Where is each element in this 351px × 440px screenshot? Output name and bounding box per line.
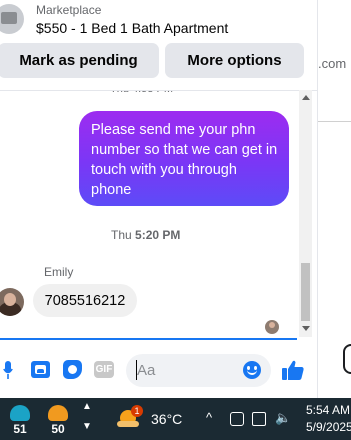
text-caret — [136, 360, 137, 380]
background-link-text: .com — [318, 56, 347, 71]
timestamp-day: Thu — [111, 228, 132, 242]
message-timestamp: Thu 5:20 PM — [111, 228, 180, 242]
taskbar-app-2[interactable]: 50 — [43, 403, 73, 436]
seen-receipt-avatar — [265, 320, 279, 334]
clock-date[interactable]: 5/9/2025 — [306, 420, 351, 434]
chat-header: Marketplace $550 - 1 Bed 1 Bath Apartmen… — [0, 0, 317, 91]
thumbs-up-icon[interactable] — [281, 358, 305, 382]
weather-alert-badge: 1 — [131, 405, 143, 417]
app-1-badge: 51 — [13, 422, 27, 436]
background-button[interactable] — [343, 344, 351, 374]
scroll-up-arrow-icon[interactable] — [302, 95, 310, 100]
sender-name: Emily — [44, 265, 74, 279]
marketplace-listing-avatar[interactable] — [0, 4, 24, 34]
chevron-up-icon[interactable]: ▲ — [82, 401, 92, 412]
sender-avatar[interactable] — [0, 288, 24, 316]
more-options-button[interactable]: More options — [165, 43, 304, 78]
emoji-icon[interactable] — [243, 361, 261, 379]
mark-as-pending-button[interactable]: Mark as pending — [0, 43, 159, 78]
app-2-badge: 50 — [51, 422, 65, 436]
weather-temperature[interactable]: 36°C — [151, 411, 182, 427]
show-hidden-icons-chevron-icon[interactable]: ^ — [206, 410, 212, 425]
scroll-thumb[interactable] — [301, 263, 310, 321]
microphone-icon[interactable] — [3, 361, 13, 379]
network-icon[interactable] — [252, 412, 266, 426]
taskbar-app-1[interactable]: 51 — [5, 403, 35, 436]
photo-icon[interactable] — [31, 361, 50, 378]
chat-scrollbar[interactable] — [299, 90, 312, 337]
meet-now-icon[interactable] — [230, 412, 244, 426]
chat-window: Thu 4:58 PM Marketplace $550 - 1 Bed 1 B… — [0, 0, 317, 398]
outgoing-message-bubble[interactable]: Please send me your phn number so that w… — [79, 111, 289, 206]
app-2-icon — [48, 405, 68, 421]
listing-title[interactable]: $550 - 1 Bed 1 Bath Apartment — [36, 20, 228, 36]
gif-icon[interactable]: GIF — [94, 361, 114, 378]
timestamp-time: 5:20 PM — [135, 228, 181, 242]
clock-time[interactable]: 5:54 AM — [306, 403, 350, 417]
volume-icon[interactable]: 🔈 — [275, 410, 291, 425]
incoming-message-bubble[interactable]: 7085516212 — [33, 284, 137, 317]
marketplace-label: Marketplace — [36, 3, 102, 17]
app-1-icon — [10, 405, 30, 421]
scroll-down-arrow-icon[interactable] — [302, 326, 310, 331]
chevron-down-icon[interactable]: ▼ — [82, 421, 92, 432]
